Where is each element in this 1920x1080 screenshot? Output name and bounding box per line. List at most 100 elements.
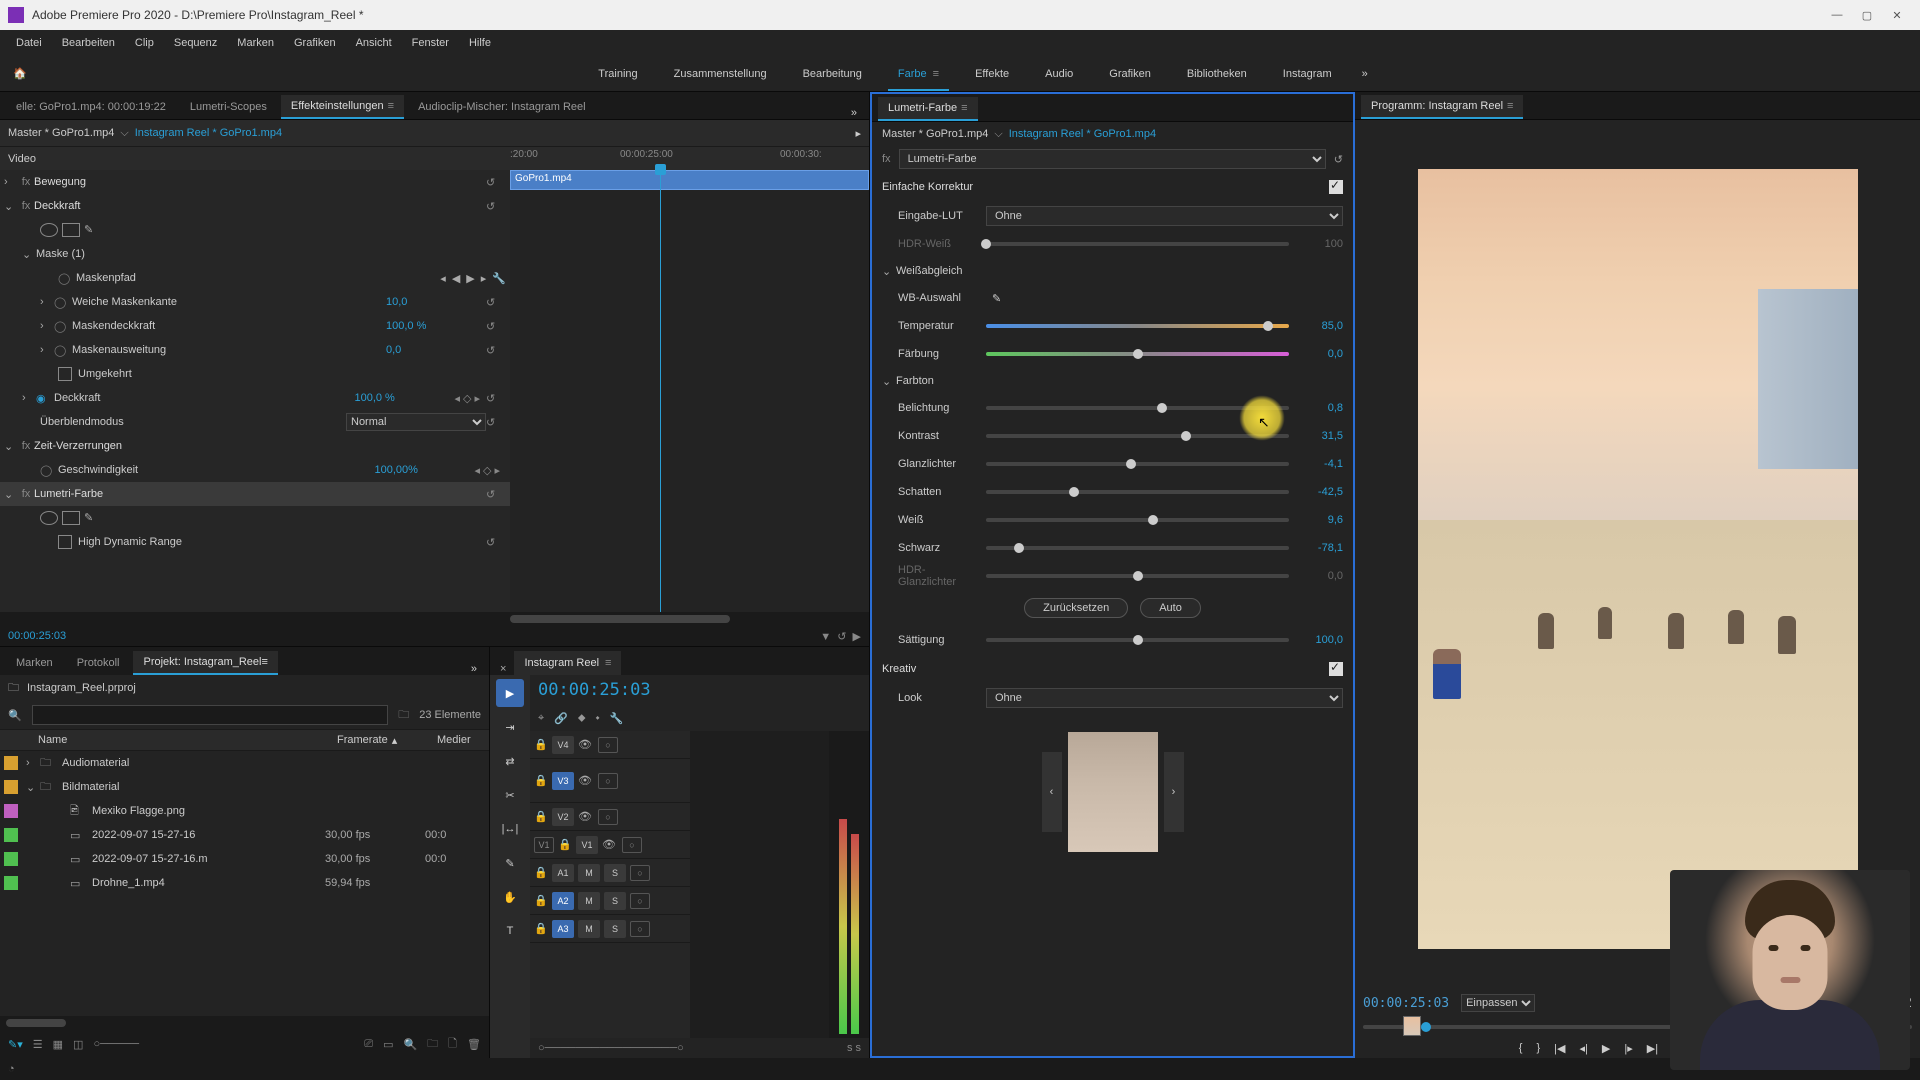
lock-icon[interactable]: 🔒 xyxy=(534,810,548,823)
lock-icon[interactable]: 🔒 xyxy=(534,774,548,787)
wh-slider[interactable] xyxy=(986,518,1289,522)
ec-blendmode-select[interactable]: Normal xyxy=(346,413,486,431)
minimize-button[interactable]: — xyxy=(1822,0,1852,30)
look-select[interactable]: Ohne xyxy=(986,688,1343,708)
chevron-icon[interactable]: › xyxy=(26,757,40,769)
con-val[interactable]: 31,5 xyxy=(1297,430,1343,442)
ec-playhead[interactable] xyxy=(660,170,661,612)
ec-arrow-icon[interactable]: ▸ xyxy=(855,127,861,140)
icon-view-icon[interactable]: ▦ xyxy=(53,1038,63,1051)
mark-in-icon[interactable]: { xyxy=(1519,1042,1523,1054)
tab-lumetri-scopes[interactable]: Lumetri-Scopes xyxy=(180,95,277,119)
mute-button[interactable]: M xyxy=(578,920,600,938)
ec-mausw-val[interactable]: 0,0 xyxy=(386,344,486,356)
track-a2[interactable]: A2 xyxy=(552,892,574,910)
solo-button[interactable]: S xyxy=(604,920,626,938)
tab-effekteinstellungen[interactable]: Effekteinstellungen≡ xyxy=(281,95,404,119)
chevron-icon[interactable]: ⌄ xyxy=(882,265,896,278)
col-framerate[interactable]: Framerate▴ xyxy=(329,734,429,747)
stopwatch-icon[interactable]: ◯ xyxy=(54,296,72,309)
lock-icon[interactable]: 🔒 xyxy=(558,838,572,851)
ec-scrollbar[interactable] xyxy=(0,612,869,626)
reset-icon[interactable]: ↺ xyxy=(486,416,506,429)
fx-badge-icon[interactable]: fx xyxy=(18,174,34,190)
chevron-icon[interactable]: › xyxy=(40,320,54,332)
chevron-icon[interactable]: › xyxy=(4,176,18,188)
menu-datei[interactable]: Datei xyxy=(6,30,52,56)
ec-scrollbar-thumb[interactable] xyxy=(510,615,730,623)
menu-clip[interactable]: Clip xyxy=(125,30,164,56)
tab-sequence[interactable]: Instagram Reel≡ xyxy=(514,651,621,675)
sort-icon[interactable]: ⎚ xyxy=(364,1038,373,1051)
reset-icon[interactable]: ↺ xyxy=(486,392,506,405)
tab-protokoll[interactable]: Protokoll xyxy=(67,651,130,675)
temp-val[interactable]: 85,0 xyxy=(1297,320,1343,332)
lock-icon[interactable]: 🔒 xyxy=(534,922,548,935)
program-timecode[interactable]: 00:00:25:03 xyxy=(1363,996,1449,1011)
tint-val[interactable]: 0,0 xyxy=(1297,348,1343,360)
solo-button[interactable]: S xyxy=(604,864,626,882)
con-slider[interactable] xyxy=(986,434,1289,438)
tab-marken[interactable]: Marken xyxy=(6,651,63,675)
tab-audioclip-mischer[interactable]: Audioclip-Mischer: Instagram Reel xyxy=(408,95,596,119)
stopwatch-icon[interactable]: ◯ xyxy=(54,320,72,333)
track-target[interactable]: ○ xyxy=(598,773,618,789)
ws-overflow-icon[interactable]: » xyxy=(1350,68,1380,80)
ec-zeitv[interactable]: Zeit-Verzerrungen xyxy=(34,440,506,452)
sat-val[interactable]: 100,0 xyxy=(1297,634,1343,646)
project-item[interactable]: › 🗀 Audiomaterial xyxy=(0,751,489,775)
menu-bearbeiten[interactable]: Bearbeiten xyxy=(52,30,125,56)
trash-icon[interactable]: 🗑 xyxy=(467,1038,481,1051)
reset-icon[interactable]: ↺ xyxy=(486,536,506,549)
src-v1[interactable]: V1 xyxy=(534,837,554,853)
project-item[interactable]: ▭ 2022-09-07 15-27-16.m 30,00 fps 00:0 xyxy=(0,847,489,871)
close-button[interactable]: ✕ xyxy=(1882,0,1912,30)
chevron-icon[interactable]: ⌄ xyxy=(4,488,18,501)
chevron-icon[interactable]: ⌄ xyxy=(4,200,18,213)
pen-tool-icon[interactable]: ✎ xyxy=(496,849,524,877)
track-target[interactable]: ○ xyxy=(630,865,650,881)
reset-icon[interactable]: ↺ xyxy=(486,200,506,213)
reset-icon[interactable]: ↺ xyxy=(486,176,506,189)
label-swatch[interactable] xyxy=(4,828,18,842)
mask-rect-icon[interactable] xyxy=(62,511,80,525)
type-tool-icon[interactable]: T xyxy=(496,917,524,945)
track-v1[interactable]: V1 xyxy=(576,836,598,854)
new-item-icon[interactable]: 🗋 xyxy=(448,1035,457,1054)
mask-pen-icon[interactable]: ✎ xyxy=(84,511,102,525)
maximize-button[interactable]: ▢ xyxy=(1852,0,1882,30)
lock-icon[interactable]: 🔒 xyxy=(534,866,548,879)
tab-projekt[interactable]: Projekt: Instagram_Reel≡ xyxy=(133,651,277,675)
project-item[interactable]: 🖻 Mexiko Flagge.png xyxy=(0,799,489,823)
project-item[interactable]: ▭ 2022-09-07 15-27-16 30,00 fps 00:0 xyxy=(0,823,489,847)
look-next-icon[interactable]: › xyxy=(1164,752,1184,832)
exp-slider[interactable] xyxy=(986,406,1289,410)
sec-farbton-label[interactable]: Farbton xyxy=(896,375,934,387)
linked-selection-icon[interactable]: 🔗 xyxy=(554,712,568,725)
track-target[interactable]: ○ xyxy=(598,737,618,753)
ws-zusammenstellung[interactable]: Zusammenstellung xyxy=(656,56,785,91)
keyframe-nav[interactable]: ◂◇▸ xyxy=(454,392,480,405)
track-v3[interactable]: V3 xyxy=(552,772,574,790)
chevron-icon[interactable]: › xyxy=(40,344,54,356)
col-medien[interactable]: Medier xyxy=(429,734,489,746)
ws-instagram[interactable]: Instagram xyxy=(1265,56,1350,91)
tab-menu-icon[interactable]: ≡ xyxy=(388,100,394,112)
ec-clip-link[interactable]: Instagram Reel * GoPro1.mp4 xyxy=(135,127,282,139)
track-target[interactable]: ○ xyxy=(630,921,650,937)
lock-icon[interactable]: 🔒 xyxy=(534,738,548,751)
step-fwd-icon[interactable]: |▸ xyxy=(1624,1042,1632,1055)
go-in-icon[interactable]: |◀ xyxy=(1554,1042,1565,1055)
tabs-overflow-icon[interactable]: » xyxy=(845,107,863,119)
zoom-handle-icon[interactable]: ○─────────────────○ xyxy=(538,1042,684,1054)
lum-fx-select[interactable]: Lumetri-Farbe xyxy=(899,149,1326,169)
go-out-icon[interactable]: ▶| xyxy=(1647,1042,1658,1055)
tabs-overflow-icon[interactable]: » xyxy=(465,663,483,675)
menu-hilfe[interactable]: Hilfe xyxy=(459,30,501,56)
step-back-icon[interactable]: ◂| xyxy=(1579,1042,1587,1055)
home-icon[interactable]: 🏠 xyxy=(0,56,40,91)
menu-sequenz[interactable]: Sequenz xyxy=(164,30,227,56)
mask-ellipse-icon[interactable] xyxy=(40,511,58,525)
ripple-tool-icon[interactable]: ⇄ xyxy=(496,747,524,775)
auto-button[interactable]: Auto xyxy=(1140,598,1201,618)
